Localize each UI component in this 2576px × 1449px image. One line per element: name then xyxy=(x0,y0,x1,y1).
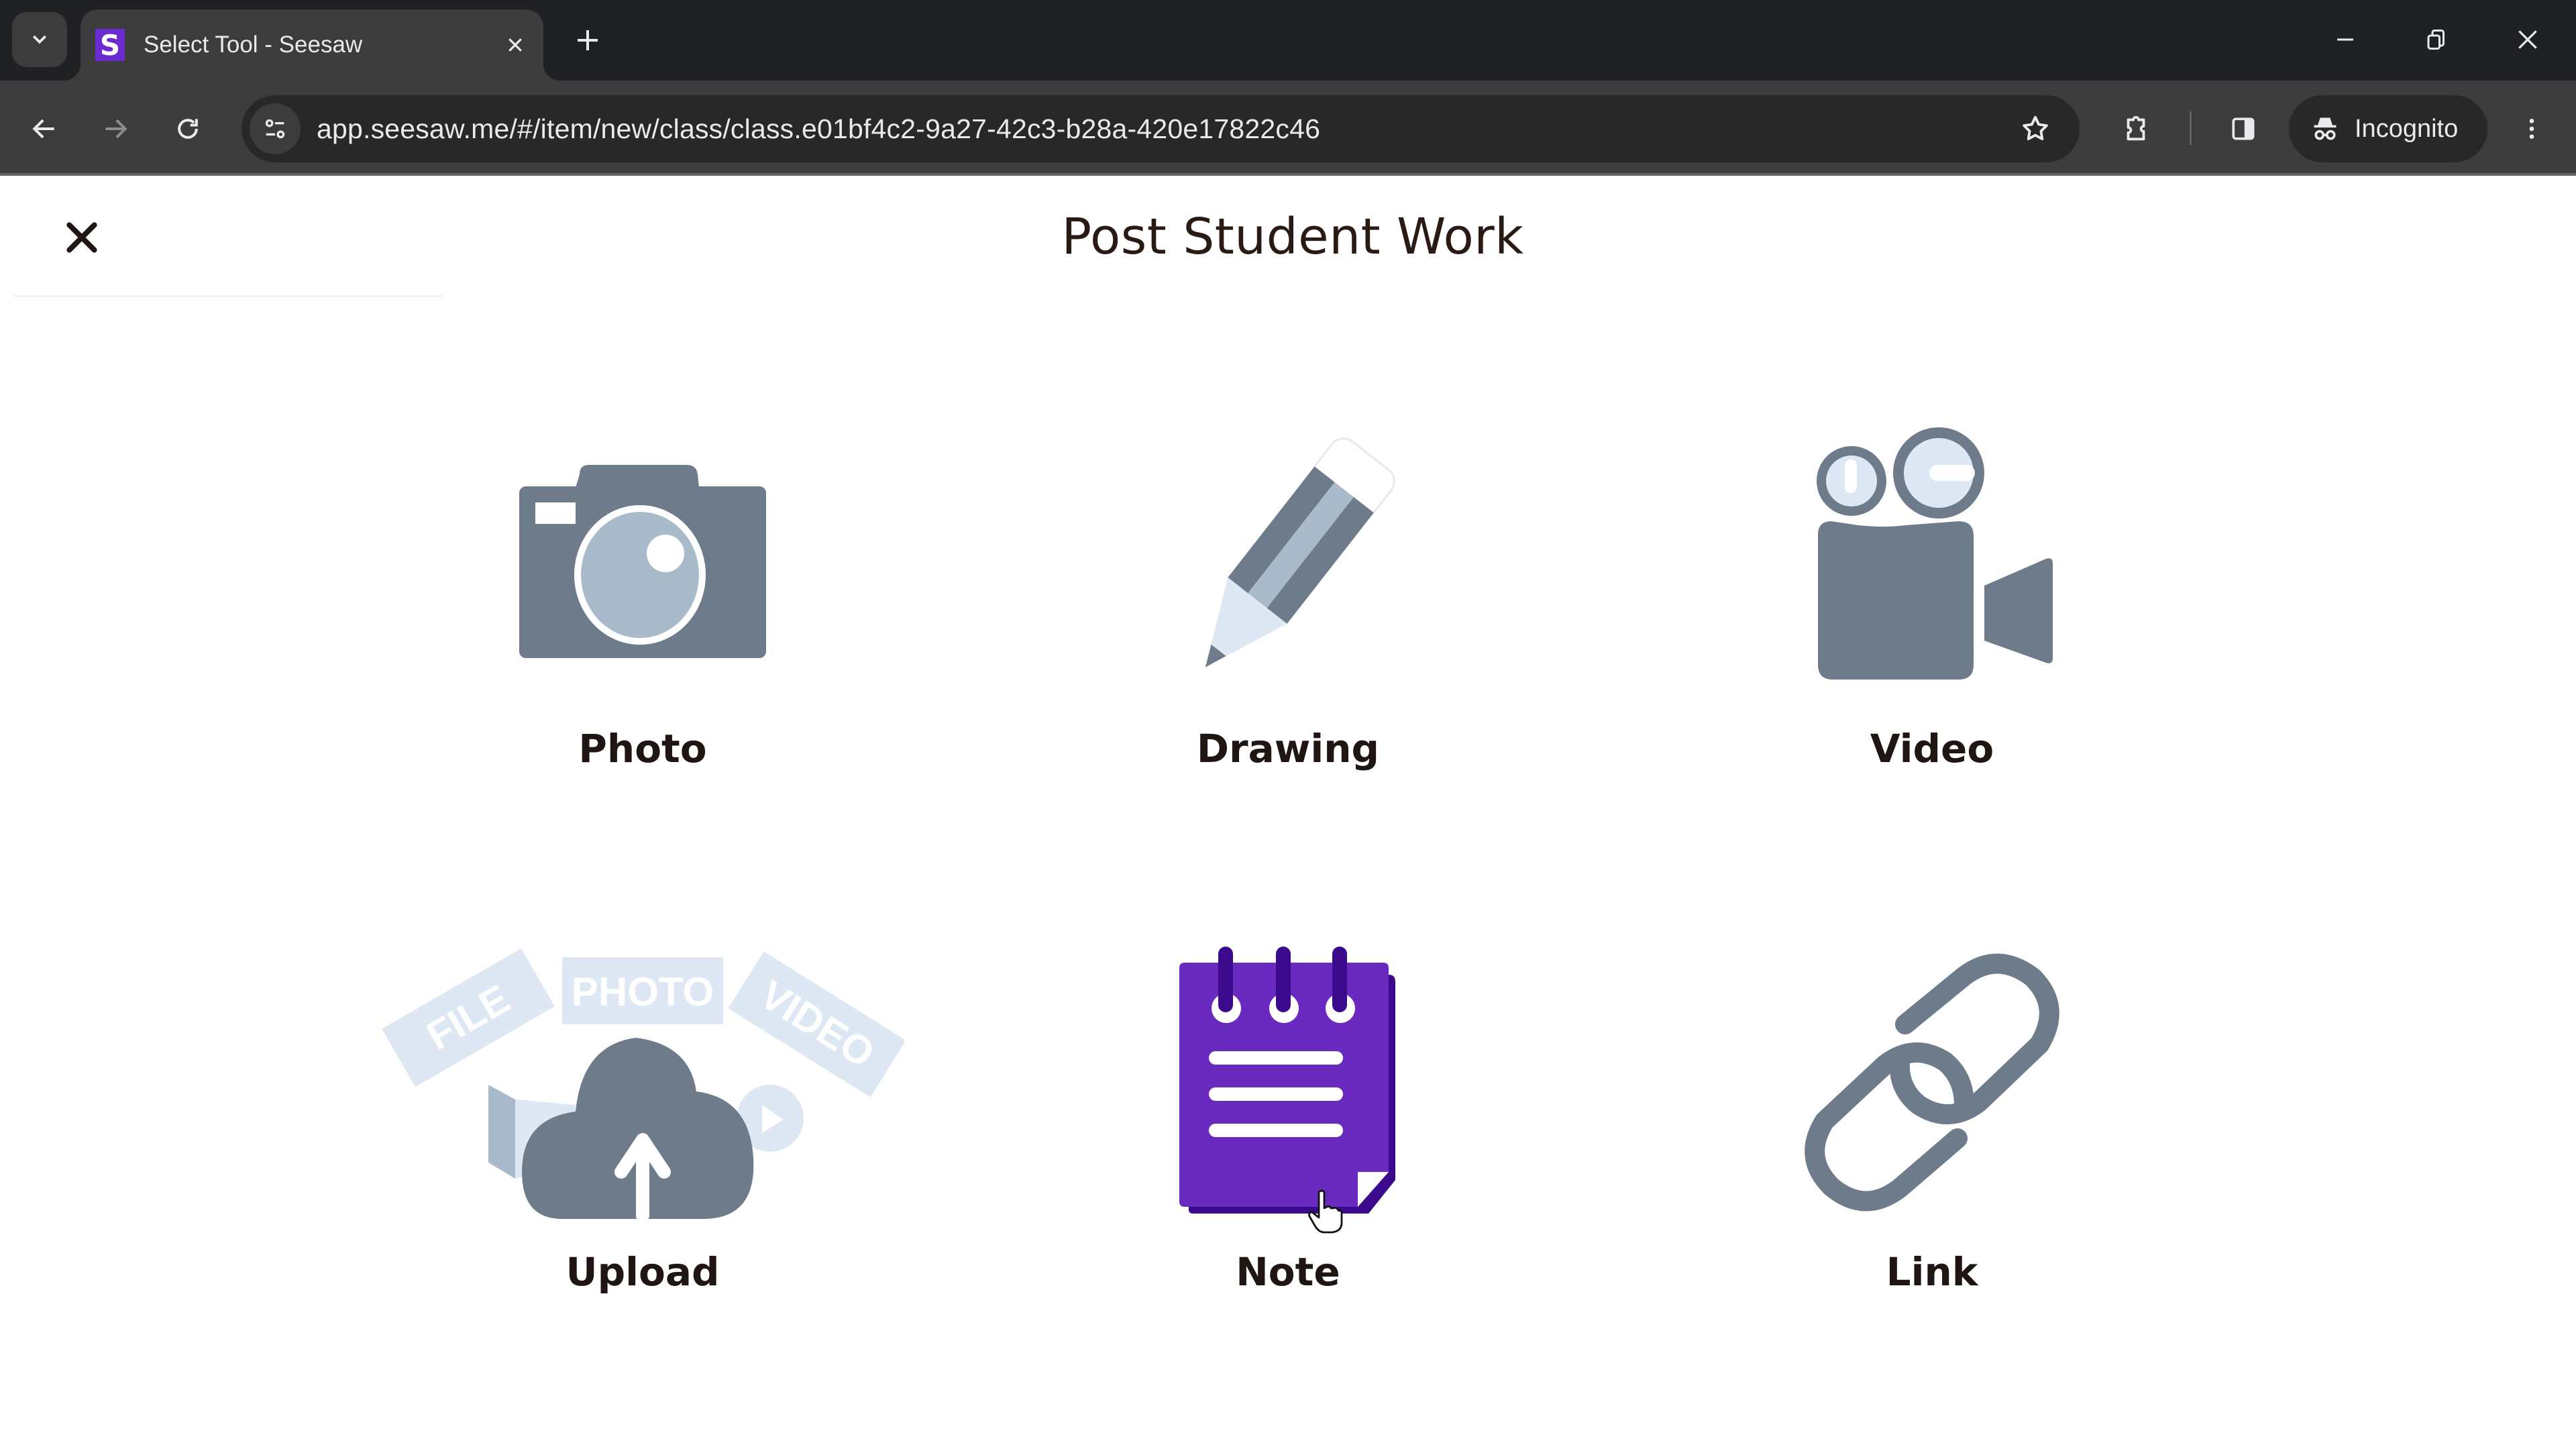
tab-close-button[interactable] xyxy=(496,26,534,64)
seesaw-favicon-icon: S xyxy=(95,28,125,62)
restore-button[interactable] xyxy=(2396,16,2477,63)
browser-tab-active[interactable]: S Select Tool - Seesaw xyxy=(63,9,561,80)
tool-note-label: Note xyxy=(1236,1249,1340,1295)
tool-upload-icon-wrap: FILE PHOTO VIDEO xyxy=(381,927,904,1242)
browser-toolbar: app.seesaw.me/#/item/new/class/class.e01… xyxy=(0,80,2576,176)
tool-drawing[interactable]: Drawing xyxy=(1026,404,1550,860)
tool-note-icon-wrap xyxy=(1026,927,1550,1242)
kebab-menu-icon xyxy=(2529,119,2534,139)
site-info-button[interactable] xyxy=(250,103,301,154)
video-camera-icon xyxy=(1817,427,2053,680)
arrow-right-icon xyxy=(105,119,127,139)
tool-link[interactable]: Link xyxy=(1670,927,2194,1383)
pencil-icon xyxy=(1205,437,1395,667)
page-title: Post Student Work xyxy=(1061,208,1524,266)
reload-button[interactable] xyxy=(161,102,215,156)
tool-drawing-label: Drawing xyxy=(1196,726,1380,771)
url-text[interactable]: app.seesaw.me/#/item/new/class/class.e01… xyxy=(317,113,2008,145)
tab-title: Select Tool - Seesaw xyxy=(144,32,363,58)
tool-photo[interactable]: Photo xyxy=(381,404,904,860)
side-panel-button[interactable] xyxy=(2216,102,2270,156)
bookmark-button[interactable] xyxy=(2008,102,2062,156)
header-divider xyxy=(13,295,443,297)
toolbar-divider xyxy=(2190,111,2192,145)
tool-video-icon-wrap xyxy=(1670,404,2194,719)
incognito-profile-button[interactable]: Incognito xyxy=(2289,95,2487,162)
minimize-button[interactable] xyxy=(2305,16,2385,63)
forward-button[interactable] xyxy=(89,102,142,156)
cloud-upload-icon: FILE PHOTO VIDEO xyxy=(382,948,904,1222)
reload-icon xyxy=(178,119,198,139)
upload-badge-photo: PHOTO xyxy=(572,969,714,1014)
close-icon xyxy=(2518,30,2537,49)
tune-icon xyxy=(265,119,285,139)
tool-video[interactable]: Video xyxy=(1670,404,2194,860)
tool-upload[interactable]: FILE PHOTO VIDEO Upload xyxy=(381,927,904,1383)
restore-icon xyxy=(2427,30,2445,50)
close-window-button[interactable] xyxy=(2487,16,2568,63)
tab-search-button[interactable] xyxy=(12,12,67,67)
favicon-letter: S xyxy=(99,28,121,62)
post-student-work-page: Post Student Work Photo Drawing Video FI… xyxy=(0,176,2576,1449)
tool-link-label: Link xyxy=(1886,1249,1978,1295)
tool-drawing-icon-wrap xyxy=(1026,404,1550,719)
tool-upload-label: Upload xyxy=(566,1249,720,1295)
minimize-icon xyxy=(2337,38,2353,41)
tool-photo-label: Photo xyxy=(578,726,707,771)
star-icon xyxy=(2023,115,2048,141)
address-bar[interactable]: app.seesaw.me/#/item/new/class/class.e01… xyxy=(241,95,2080,162)
plus-icon xyxy=(578,30,598,50)
tool-link-icon-wrap xyxy=(1670,927,2194,1242)
tool-note[interactable]: Note xyxy=(1026,927,1550,1383)
extensions-button[interactable] xyxy=(2109,102,2163,156)
link-icon xyxy=(1805,953,2059,1212)
incognito-label: Incognito xyxy=(2355,114,2459,143)
arrow-left-icon xyxy=(32,119,54,139)
browser-tab-strip: S Select Tool - Seesaw xyxy=(0,0,2576,80)
new-tab-button[interactable] xyxy=(568,20,608,60)
tool-video-label: Video xyxy=(1870,726,1994,771)
camera-icon xyxy=(519,465,766,658)
page-header: Post Student Work xyxy=(0,176,2576,297)
browser-menu-button[interactable] xyxy=(2505,102,2559,156)
side-panel-icon xyxy=(2232,117,2255,140)
back-button[interactable] xyxy=(17,102,71,156)
notepad-icon xyxy=(1179,947,1395,1214)
tool-photo-icon-wrap xyxy=(381,404,904,719)
puzzle-icon xyxy=(2127,115,2145,141)
chevron-down-icon xyxy=(32,35,47,44)
close-icon xyxy=(508,38,522,52)
incognito-icon xyxy=(2314,117,2337,140)
